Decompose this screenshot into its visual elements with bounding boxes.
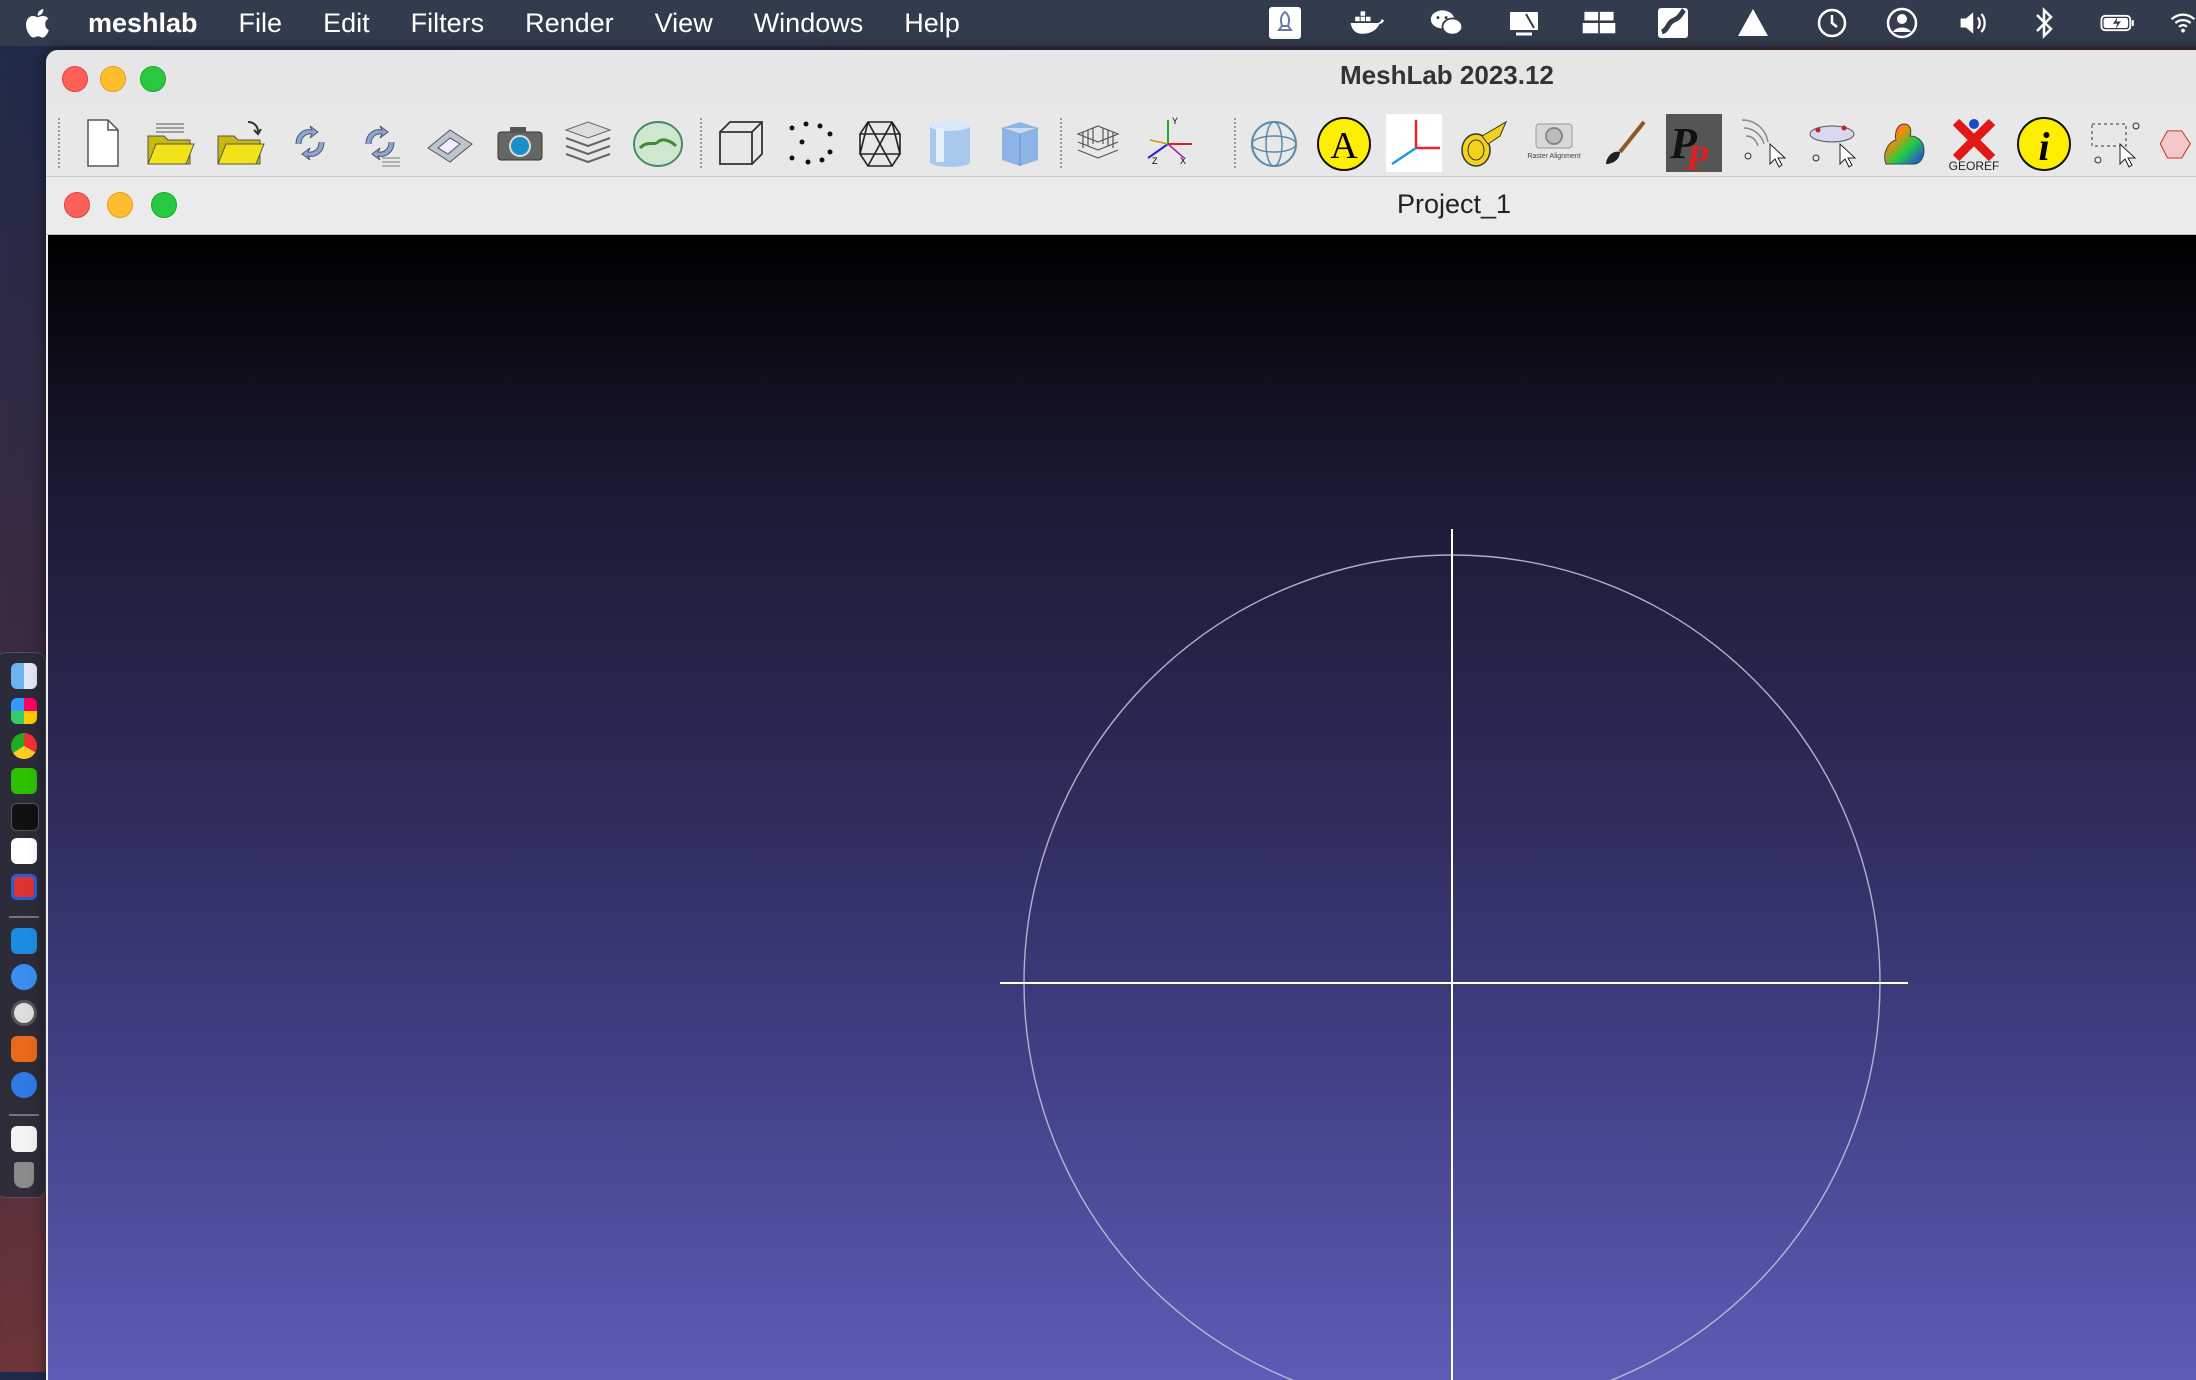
menu-edit[interactable]: Edit	[323, 8, 370, 39]
battery-icon[interactable]	[2092, 0, 2144, 46]
flat-shading-icon[interactable]	[922, 114, 978, 172]
dock-separator	[9, 916, 39, 918]
eye-app-icon[interactable]	[11, 1000, 37, 1026]
safari-icon[interactable]	[11, 964, 37, 990]
window-title: MeshLab 2023.12	[1340, 60, 1554, 90]
toolbar-separator	[58, 118, 62, 168]
wechat-icon[interactable]	[1425, 0, 1469, 46]
georef-label: GEOREF	[1949, 159, 2000, 172]
grid-icon[interactable]	[1070, 114, 1126, 172]
georef-icon[interactable]: GEOREF	[1946, 114, 2002, 172]
select-vertices-icon[interactable]	[2156, 114, 2196, 172]
time-machine-icon[interactable]	[1814, 0, 1850, 46]
select-points-icon[interactable]	[1736, 114, 1792, 172]
menu-help[interactable]: Help	[904, 8, 960, 39]
rocket-dock-icon[interactable]	[11, 838, 37, 864]
measure-icon[interactable]	[1456, 114, 1512, 172]
close-button[interactable]	[62, 66, 88, 92]
document-icon[interactable]	[11, 1126, 37, 1152]
snapshot-icon[interactable]	[492, 114, 548, 172]
open-project-icon[interactable]	[142, 114, 198, 172]
finder-icon[interactable]	[11, 663, 37, 689]
3d-viewport[interactable]	[48, 235, 2196, 1380]
terminal-icon[interactable]	[11, 803, 39, 831]
wireframe-icon[interactable]	[852, 114, 908, 172]
pick-points-icon[interactable]: PP	[1666, 114, 1722, 172]
import-mesh-icon[interactable]	[212, 114, 268, 172]
select-mesh-icon[interactable]	[1806, 114, 1862, 172]
menu-render[interactable]: Render	[525, 8, 614, 39]
project-titlebar: Project_1	[46, 177, 2196, 235]
project-window: Project_1	[46, 177, 2196, 1380]
rocket-icon[interactable]	[1266, 0, 1304, 46]
bounding-box-icon[interactable]	[712, 114, 768, 172]
paint-icon[interactable]	[1596, 114, 1652, 172]
maximize-button[interactable]	[140, 66, 166, 92]
toolbar-separator	[700, 118, 704, 168]
main-toolbar: Y Z X A Raster Alignment PP GEOREF i	[46, 106, 2196, 177]
reload-all-icon[interactable]	[352, 114, 408, 172]
apple-icon[interactable]	[22, 6, 56, 40]
bluetooth-icon[interactable]	[2028, 0, 2060, 46]
drive-icon[interactable]	[1734, 0, 1772, 46]
user-icon[interactable]	[1884, 0, 1920, 46]
docker-dock-icon[interactable]	[11, 928, 37, 954]
menu-bar: meshlab File Edit Filters Render View Wi…	[0, 0, 2196, 46]
menu-app-meshlab[interactable]: meshlab	[88, 8, 198, 39]
points-icon[interactable]	[782, 114, 838, 172]
axes-y-label: Y	[1172, 116, 1178, 126]
menu-view[interactable]: View	[655, 8, 713, 39]
raster-alignment-icon[interactable]: Raster Alignment	[1526, 114, 1582, 172]
info-letter: i	[2038, 124, 2049, 169]
sublime-icon[interactable]	[11, 1036, 37, 1062]
network-icon[interactable]	[1576, 0, 1622, 46]
svg-text:P: P	[1685, 138, 1709, 172]
new-project-icon[interactable]	[74, 114, 130, 172]
annotation-letter: A	[1330, 125, 1358, 167]
project-close-button[interactable]	[64, 192, 90, 218]
axes-icon[interactable]: Y Z X	[1140, 114, 1196, 172]
select-faces-icon[interactable]	[2086, 114, 2142, 172]
quality-color-icon[interactable]	[1876, 114, 1932, 172]
project-maximize-button[interactable]	[151, 192, 177, 218]
menu-file[interactable]: File	[239, 8, 283, 39]
launchpad-icon[interactable]	[11, 698, 37, 724]
toolbar-separator	[1234, 118, 1238, 168]
meshlab-window: MeshLab 2023.12 Y Z X A Raster Alignment…	[46, 50, 2196, 1380]
chrome-icon[interactable]	[11, 733, 37, 759]
display-icon[interactable]	[1504, 0, 1544, 46]
sync-icon[interactable]	[1655, 0, 1691, 46]
minimize-button[interactable]	[100, 66, 126, 92]
docker-icon[interactable]	[1344, 0, 1388, 46]
toolbar-separator	[1060, 118, 1064, 168]
project-minimize-button[interactable]	[107, 192, 133, 218]
trackball-overlay	[1000, 529, 1908, 1380]
compass-icon[interactable]	[11, 1072, 37, 1098]
info-icon[interactable]: i	[2016, 114, 2072, 172]
project-title: Project_1	[1397, 189, 1512, 219]
smooth-shading-icon[interactable]	[992, 114, 1048, 172]
axes-z-label: Z	[1152, 156, 1158, 166]
wifi-icon[interactable]	[2170, 0, 2196, 46]
trackball-icon[interactable]	[1246, 114, 1302, 172]
axes-x-label: X	[1180, 156, 1186, 166]
raster-alignment-label: Raster Alignment	[1527, 153, 1580, 160]
menu-windows[interactable]: Windows	[754, 8, 864, 39]
remote-desktop-icon[interactable]	[11, 874, 37, 900]
annotation-icon[interactable]: A	[1316, 114, 1372, 172]
reload-icon[interactable]	[282, 114, 338, 172]
save-project-icon[interactable]	[422, 114, 478, 172]
window-titlebar: MeshLab 2023.12	[46, 50, 2196, 106]
wechat-dock-icon[interactable]	[11, 768, 37, 794]
align-icon[interactable]	[1386, 114, 1442, 172]
menu-filters[interactable]: Filters	[411, 8, 485, 39]
volume-icon[interactable]	[1954, 0, 1996, 46]
dock-separator	[9, 1114, 39, 1116]
trash-icon[interactable]	[14, 1162, 34, 1188]
layers-icon[interactable]	[560, 114, 616, 172]
dock	[0, 652, 46, 1198]
raster-icon[interactable]	[630, 114, 686, 172]
